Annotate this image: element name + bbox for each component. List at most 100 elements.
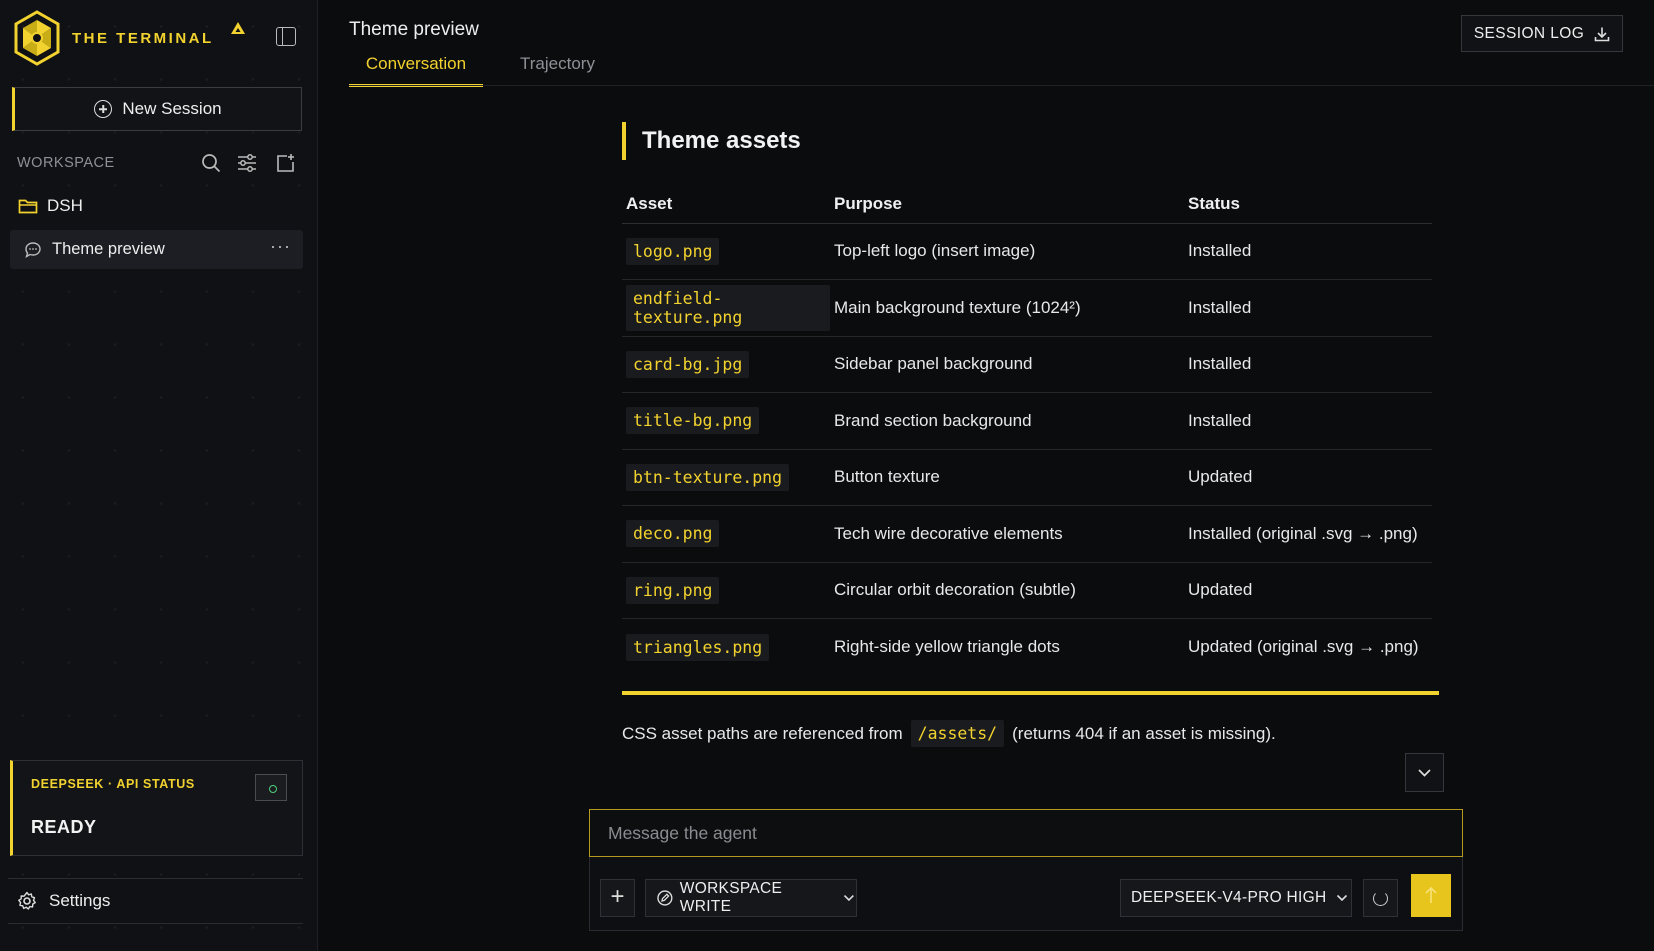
asset-filename: logo.png bbox=[626, 237, 720, 265]
settings-button[interactable]: Settings bbox=[8, 878, 303, 924]
asset-cell: logo.png bbox=[622, 223, 830, 280]
purpose-cell: Top-left logo (insert image) bbox=[830, 223, 1184, 280]
status-cell: Installed (original .svg → .png) bbox=[1184, 505, 1432, 563]
table-row: deco.png Tech wire decorative elements I… bbox=[622, 505, 1432, 563]
tabs-divider bbox=[349, 85, 1654, 86]
status-cell: Installed bbox=[1184, 336, 1432, 393]
chevron-down-icon bbox=[844, 894, 855, 902]
tab-trajectory[interactable]: Trajectory bbox=[520, 54, 595, 74]
status-cell: Updated bbox=[1184, 449, 1432, 506]
session-log-button[interactable]: SESSION LOG bbox=[1461, 15, 1623, 52]
scroll-to-bottom-button[interactable] bbox=[1405, 753, 1444, 792]
purpose-cell: Brand section background bbox=[830, 392, 1184, 450]
purpose-cell: Right-side yellow triangle dots bbox=[834, 637, 1060, 656]
status-cell: Installed bbox=[1184, 279, 1432, 337]
column-header-purpose: Purpose bbox=[830, 186, 1184, 224]
more-options-icon[interactable]: ··· bbox=[270, 237, 291, 255]
workspace-mode-select[interactable]: WORKSPACE WRITE bbox=[645, 879, 857, 917]
new-folder-icon[interactable] bbox=[274, 152, 296, 174]
asset-cell: endfield-texture.png bbox=[622, 279, 830, 337]
new-session-button[interactable]: New Session bbox=[12, 87, 302, 131]
workspace-label: WORKSPACE bbox=[17, 155, 115, 171]
asset-filename: btn-texture.png bbox=[626, 463, 790, 491]
table-row: card-bg.jpg Sidebar panel background Ins… bbox=[622, 336, 1432, 393]
filter-icon[interactable] bbox=[236, 152, 258, 174]
main-panel: Theme preview Conversation Trajectory SE… bbox=[318, 0, 1654, 951]
status-cell: Updated (original .svg → .png) bbox=[1188, 637, 1419, 656]
asset-filename: ring.png bbox=[626, 576, 720, 604]
edit-mode-icon bbox=[657, 890, 673, 906]
section-heading: Theme assets bbox=[622, 122, 801, 160]
purpose-cell: Sidebar panel background bbox=[830, 336, 1184, 393]
status-indicator-icon[interactable] bbox=[255, 774, 287, 801]
asset-cell: title-bg.png bbox=[622, 392, 830, 450]
column-header-asset: Asset bbox=[622, 186, 830, 224]
asset-filename: endfield-texture.png bbox=[626, 284, 830, 331]
workspace-mode-label: WORKSPACE WRITE bbox=[679, 880, 783, 915]
table-row: title-bg.png Brand section background In… bbox=[622, 392, 1432, 450]
table-bottom-rule bbox=[622, 691, 1439, 695]
purpose-cell: Main background texture (1024²) bbox=[830, 279, 1184, 337]
session-log-label: SESSION LOG bbox=[1473, 24, 1585, 42]
attach-button[interactable]: + bbox=[600, 879, 635, 917]
send-button[interactable] bbox=[1411, 874, 1451, 917]
status-cell: Installed bbox=[1184, 392, 1432, 450]
workspace-folder[interactable]: DSH bbox=[18, 196, 83, 216]
download-icon bbox=[1594, 27, 1610, 41]
purpose-cell: Button texture bbox=[830, 449, 1184, 506]
asset-cell: ring.png bbox=[622, 562, 830, 619]
table-row: ring.png Circular orbit decoration (subt… bbox=[622, 562, 1432, 619]
asset-cell: card-bg.jpg bbox=[622, 336, 830, 393]
chevron-down-icon bbox=[1336, 894, 1347, 902]
asset-filename: card-bg.jpg bbox=[626, 350, 750, 378]
footnote-before: CSS asset paths are referenced from bbox=[622, 723, 903, 743]
model-label: DEEPSEEK-V4-PRO HIGH bbox=[1131, 889, 1327, 906]
brand-logo-icon bbox=[14, 10, 60, 66]
status-cell: Installed bbox=[1184, 223, 1432, 280]
table-row: triangles.png Right-side yellow triangle… bbox=[622, 619, 1432, 676]
model-select[interactable]: DEEPSEEK-V4-PRO HIGH bbox=[1120, 879, 1352, 917]
gear-icon bbox=[18, 891, 36, 910]
session-item-theme-preview[interactable]: Theme preview ··· bbox=[10, 230, 303, 269]
purpose-cell: Tech wire decorative elements bbox=[830, 505, 1184, 563]
asset-filename: triangles.png bbox=[626, 633, 770, 661]
table-row: logo.png Top-left logo (insert image) In… bbox=[622, 223, 1432, 280]
table-header-row: Asset Purpose Status bbox=[622, 186, 1432, 224]
table-row: btn-texture.png Button texture Updated bbox=[622, 449, 1432, 506]
chat-bubble-icon bbox=[25, 241, 41, 258]
triangle-icon[interactable] bbox=[230, 20, 246, 36]
asset-cell: deco.png bbox=[622, 505, 830, 563]
message-input[interactable] bbox=[589, 809, 1463, 857]
loading-spinner-icon[interactable] bbox=[1363, 879, 1398, 917]
asset-filename: deco.png bbox=[626, 520, 720, 548]
settings-label: Settings bbox=[49, 891, 111, 910]
footnote: CSS asset paths are referenced from /ass… bbox=[622, 720, 1276, 747]
folder-icon bbox=[18, 199, 38, 214]
status-cell: Updated bbox=[1184, 562, 1432, 619]
search-icon[interactable] bbox=[200, 152, 222, 174]
plus-circle-icon bbox=[94, 100, 113, 118]
asset-cell: triangles.png bbox=[622, 619, 830, 676]
session-label: Theme preview bbox=[52, 240, 165, 258]
brand-name: THE TERMINAL bbox=[72, 29, 214, 47]
api-status-card: DEEPSEEK · API STATUS READY bbox=[10, 760, 303, 856]
tab-conversation[interactable]: Conversation bbox=[349, 54, 483, 87]
asset-cell: btn-texture.png bbox=[622, 449, 830, 506]
brand[interactable]: THE TERMINAL bbox=[12, 10, 302, 66]
asset-filename: title-bg.png bbox=[626, 407, 760, 435]
folder-label: DSH bbox=[47, 196, 83, 215]
purpose-cell: Circular orbit decoration (subtle) bbox=[830, 562, 1184, 619]
assets-path-code: /assets/ bbox=[910, 720, 1005, 747]
arrow-up-icon bbox=[1425, 886, 1437, 903]
footnote-after: (returns 404 if an asset is missing). bbox=[1012, 723, 1276, 743]
sidebar: THE TERMINAL New Session WORKSPACE DSH T… bbox=[0, 0, 318, 951]
assets-table: Asset Purpose Status logo.png Top-left l… bbox=[622, 186, 1432, 675]
chevron-down-icon bbox=[1418, 769, 1431, 777]
toggle-sidebar-icon[interactable] bbox=[276, 27, 296, 46]
api-status-value: READY bbox=[31, 817, 97, 837]
column-header-status: Status bbox=[1184, 186, 1432, 224]
new-session-label: New Session bbox=[122, 99, 222, 118]
api-status-label: DEEPSEEK · API STATUS bbox=[31, 777, 195, 791]
page-title: Theme preview bbox=[349, 19, 479, 40]
table-row: endfield-texture.png Main background tex… bbox=[622, 279, 1432, 337]
